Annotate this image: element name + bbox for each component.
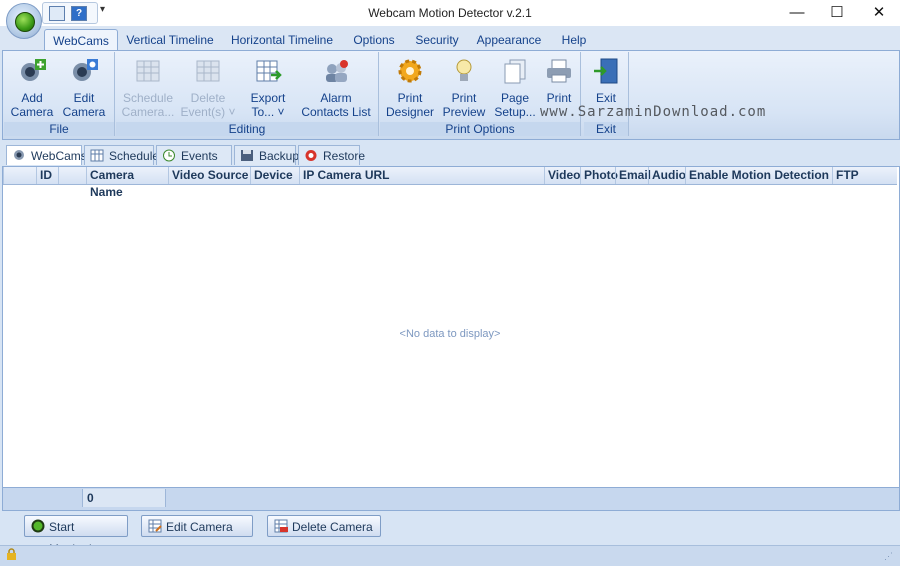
maximize-button[interactable]: ☐ <box>814 0 860 26</box>
alarm-contacts-icon <box>326 60 348 82</box>
tab-help[interactable]: Help <box>556 30 592 50</box>
edit-camera-label-1: Edit <box>73 91 95 105</box>
webcam-logo-icon <box>15 12 35 32</box>
restore-lifebuoy-icon <box>305 150 317 161</box>
column-photo[interactable]: Photo <box>580 167 618 184</box>
page-setup-button[interactable]: Page Setup... <box>492 57 538 119</box>
column-ip-camera-url[interactable]: IP Camera URL <box>299 167 544 184</box>
add-camera-button[interactable]: Add Camera <box>8 57 56 119</box>
schedule-label-1: Schedule <box>122 91 174 105</box>
grid-indicator-column <box>3 167 36 184</box>
tab-vertical-timeline[interactable]: Vertical Timeline <box>124 30 216 50</box>
edit-camera-ribbon-button[interactable]: Edit Camera <box>60 57 108 119</box>
pages-icon <box>504 59 526 84</box>
delete-event-icon <box>196 60 220 82</box>
group-label-editing: Editing <box>116 122 378 136</box>
export-to-button[interactable]: Export To... ˅ <box>242 57 294 119</box>
doc-tab-events-list[interactable]: Events List <box>156 145 232 183</box>
delete-events-label-1: Delete <box>190 91 226 105</box>
export-label-1: Export <box>250 91 286 105</box>
alarm-label-1: Alarm <box>320 91 352 105</box>
events-clock-icon <box>163 149 175 162</box>
print-designer-button[interactable]: Print Designer <box>384 57 436 119</box>
printer-icon <box>547 59 571 83</box>
alarm-label-2: Contacts List <box>301 105 371 119</box>
doc-tab-backup-label: Backup <box>259 149 300 163</box>
add-camera-label-1: Add <box>21 91 43 105</box>
delete-events-label-2: Event(s) ˅ <box>180 105 236 119</box>
doc-tab-scheduler-label: Scheduler <box>109 149 164 163</box>
row-count: 0 <box>82 489 166 507</box>
tab-security[interactable]: Security <box>410 30 464 50</box>
doc-tab-backup[interactable]: Backup <box>234 145 300 165</box>
tab-appearance[interactable]: Appearance <box>474 30 544 50</box>
start-monitoring-button[interactable]: Start Monitoring <box>24 515 128 556</box>
resize-grip-icon[interactable]: ⋰ <box>884 551 893 562</box>
column-audio[interactable]: Audio <box>648 167 686 184</box>
print-preview-label-2: Preview <box>442 105 486 119</box>
alarm-contacts-button[interactable]: Alarm Contacts List <box>298 57 374 119</box>
schedule-icon <box>136 60 160 82</box>
exit-label: Exit <box>595 91 616 105</box>
print-preview-button[interactable]: Print Preview <box>440 57 488 119</box>
print-preview-label-1: Print <box>451 91 477 105</box>
export-icon <box>256 60 282 82</box>
schedule-label-2: Camera... <box>121 105 175 119</box>
backup-disk-icon <box>241 150 253 161</box>
add-camera-label-2: Camera <box>10 105 54 119</box>
exit-door-icon <box>594 58 618 84</box>
delete-grid-icon <box>274 519 288 533</box>
column-blank <box>58 167 86 184</box>
delete-camera-label: Delete Camera <box>292 520 373 534</box>
delete-events-button: Delete Event(s) ˅ <box>180 57 236 119</box>
tab-options[interactable]: Options <box>348 30 400 50</box>
column-camera-name[interactable]: Camera Name <box>86 167 168 199</box>
close-button[interactable]: ✕ <box>856 0 900 26</box>
page-setup-label-2: Setup... <box>494 105 536 119</box>
window-title: Webcam Motion Detector v.2.1 <box>368 6 532 20</box>
delete-camera-button[interactable]: Delete Camera <box>267 515 381 537</box>
exit-button[interactable]: Exit <box>586 57 626 105</box>
export-label-2: To... ˅ <box>251 105 285 119</box>
page-setup-label-1: Page <box>500 91 530 105</box>
lock-icon <box>7 548 16 560</box>
edit-camera-label-2: Camera <box>62 105 106 119</box>
edit-grid-icon <box>148 519 162 533</box>
column-ftp[interactable]: FTP <box>832 167 896 184</box>
print-designer-label-2: Designer <box>385 105 435 119</box>
doc-tab-restore[interactable]: Restore <box>298 145 365 165</box>
watermark-text: www.SarzaminDownload.com <box>540 104 767 120</box>
column-id[interactable]: ID <box>36 167 58 184</box>
schedule-camera-button: Schedule Camera... <box>120 57 176 119</box>
group-label-print: Print Options <box>380 122 580 136</box>
column-device[interactable]: Device <box>250 167 299 184</box>
webcam-tab-icon <box>14 150 24 160</box>
bulb-icon <box>456 59 472 81</box>
edit-camera-label: Edit Camera <box>166 520 233 534</box>
status-bar <box>0 545 900 566</box>
doc-tab-webcams-label: WebCams <box>31 149 87 163</box>
print-button[interactable]: Print <box>540 57 578 105</box>
monitor-start-icon <box>31 519 45 533</box>
column-video-source[interactable]: Video Source <box>168 167 250 184</box>
edit-camera-button[interactable]: Edit Camera <box>141 515 253 537</box>
app-menu-orb[interactable] <box>6 3 42 39</box>
column-enable-motion-detection[interactable]: Enable Motion Detection <box>685 167 832 184</box>
gear-icon <box>398 59 422 83</box>
group-label-exit: Exit <box>584 122 628 136</box>
group-label-file: File <box>4 122 114 136</box>
doc-tab-scheduler[interactable]: Scheduler <box>84 145 163 165</box>
column-email[interactable]: Email <box>615 167 651 184</box>
edit-camera-icon <box>73 59 98 81</box>
print-label: Print <box>546 91 572 105</box>
doc-tab-restore-label: Restore <box>323 149 366 163</box>
print-designer-label-1: Print <box>397 91 423 105</box>
no-data-message: <No data to display> <box>399 328 501 340</box>
add-camera-icon <box>21 59 46 81</box>
doc-tab-webcams[interactable]: WebCams <box>6 145 87 165</box>
calendar-icon <box>90 149 104 162</box>
tab-webcams[interactable]: WebCams <box>44 29 118 52</box>
column-video[interactable]: Video <box>544 167 580 184</box>
tab-horizontal-timeline[interactable]: Horizontal Timeline <box>228 30 336 50</box>
